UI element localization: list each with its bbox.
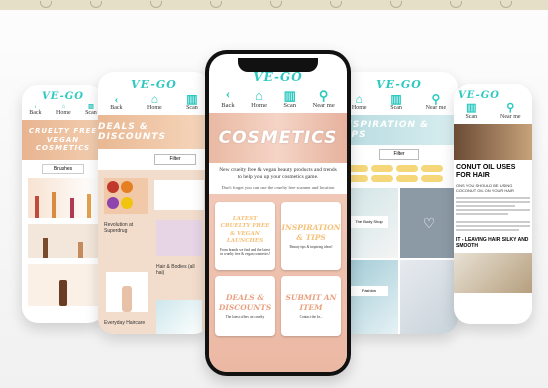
card-deals-discounts[interactable]: DEALS & DISCOUNTS The latest offers on c… — [215, 276, 275, 336]
nav-back[interactable]: ‹ Back — [29, 104, 41, 116]
hero-banner: COSMETICS — [209, 113, 347, 163]
nav-near-me[interactable]: ⚲ Near me — [426, 93, 447, 111]
location-pin-icon: ⚲ — [318, 88, 329, 103]
app-logo: VE-GO — [131, 78, 177, 91]
hero-banner: DEALS & DISCOUNTS — [98, 115, 210, 149]
app-logo: VE-GO — [42, 91, 84, 102]
hero-banner: INSPIRATION & TIPS — [340, 115, 458, 145]
nav-home[interactable]: ⌂ Home — [56, 104, 71, 116]
heart-icon: ♡ — [422, 214, 436, 231]
article-title: CONUT OIL USES FOR HAIR — [456, 164, 516, 180]
nav-near-me[interactable]: ⚲ Near me — [500, 102, 521, 121]
home-icon: ⌂ — [355, 92, 363, 106]
nav-home[interactable]: ⌂ Home — [352, 93, 367, 111]
page-title: COSMETICS — [218, 128, 338, 148]
card-description: Contact the br... — [299, 315, 323, 320]
filter-chip[interactable] — [396, 175, 418, 182]
barcode-icon: ▥ — [390, 92, 402, 106]
tip-image[interactable] — [400, 260, 458, 334]
page-title: CRUELTY FREE VEGAN COSMETICS — [28, 127, 98, 153]
inspiration-grid: The Body Shop ♡ Fashion — [340, 188, 458, 334]
top-decor-band — [0, 0, 548, 10]
card-title: SUBMIT AN ITEM — [285, 292, 337, 312]
deal-title[interactable]: Revolution at Superdrug — [104, 222, 152, 234]
card-description: From brands we find and the latest in cr… — [220, 248, 270, 257]
page-title: INSPIRATION & TIPS — [340, 120, 429, 140]
location-pin-icon: ⚲ — [431, 92, 441, 106]
product-image — [28, 224, 98, 258]
barcode-icon: ▥ — [283, 88, 296, 103]
deal-image[interactable] — [156, 300, 202, 334]
nav-home[interactable]: ⌂ Home — [251, 89, 267, 109]
tip-image[interactable]: ♡ — [400, 188, 458, 258]
filter-chip[interactable] — [421, 175, 443, 182]
filter-chips — [346, 165, 452, 182]
app-logo: VE-GO — [458, 90, 500, 101]
barcode-icon: ▥ — [186, 92, 198, 106]
filter-dropdown[interactable]: Filter — [379, 149, 419, 160]
nav-scan[interactable]: ▥ Scan — [85, 104, 97, 116]
nav-back[interactable]: ‹ Back — [110, 93, 122, 111]
hero-banner: CRUELTY FREE VEGAN COSMETICS — [22, 120, 104, 160]
home-icon: ⌂ — [150, 92, 158, 106]
nav-scan[interactable]: ▥ Scan — [465, 102, 477, 121]
card-title: INSPIRATION & TIPS — [281, 222, 341, 242]
screen-cosmetics: VE-GO ‹ Back ⌂ Home ▥ Scan ⚲ Near me COSMETI… — [209, 54, 347, 372]
filter-chip[interactable] — [371, 175, 393, 182]
app-logo: VE-GO — [253, 70, 303, 84]
screen-coconut-oil: VE-GO ▥ Scan ⚲ Near me CONUT OIL USES FOR … — [454, 84, 532, 324]
screen-cruelty-free: VE-GO ‹ Back ⌂ Home ▥ Scan CRUELTY FREE VEG… — [22, 85, 104, 323]
deal-title[interactable]: Hair & Bodies (all hai) — [156, 264, 204, 276]
chevron-left-icon: ‹ — [114, 92, 119, 106]
nav-back[interactable]: ‹ Back — [221, 87, 234, 110]
nav-near-me[interactable]: ⚲ Near me — [313, 89, 335, 109]
page-title: DEALS & DISCOUNTS — [98, 122, 167, 142]
nav-scan[interactable]: ▥ Scan — [390, 93, 402, 111]
nav-home[interactable]: ⌂ Home — [147, 93, 162, 111]
article-image — [454, 252, 532, 293]
filter-chip[interactable] — [396, 165, 418, 172]
article-subtitle: ONS YOU SHOULD BE USING COCONUT OIL ON Y… — [456, 182, 514, 193]
phone-notch — [238, 58, 318, 72]
card-description: The latest offers on cruelty — [225, 315, 265, 320]
product-image — [28, 264, 98, 306]
article-image — [454, 124, 532, 160]
category-grid: LATEST CRUELTY FREE & VEGAN LAUNCHES Fro… — [209, 194, 347, 372]
card-title: LATEST CRUELTY FREE & VEGAN LAUNCHES — [220, 215, 270, 244]
card-submit-item[interactable]: SUBMIT AN ITEM Contact the br... — [281, 276, 341, 336]
location-pin-icon: ⚲ — [506, 102, 515, 114]
deals-grid: Revolution at Superdrug Hair & Bodies (a… — [98, 170, 210, 334]
screen-inspiration: VE-GO ⌂ Home ▥ Scan ⚲ Near me INSPIRATION &… — [340, 72, 458, 334]
app-logo: VE-GO — [376, 78, 422, 91]
deal-image[interactable] — [106, 272, 148, 312]
filter-chip[interactable] — [421, 165, 443, 172]
filter-chip[interactable] — [371, 165, 393, 172]
tip-tag: The Body Shop — [350, 216, 388, 228]
tip-caption: Fashion — [350, 286, 388, 296]
filter-dropdown[interactable]: Brushes — [42, 164, 84, 174]
nav-scan[interactable]: ▥ Scan — [186, 93, 198, 111]
promo-stage: VE-GO ‹ Back ⌂ Home ▥ Scan CRUELTY FREE VEG… — [0, 0, 548, 388]
barcode-icon: ▥ — [466, 102, 477, 114]
deal-text — [154, 180, 204, 210]
card-description: Beauty tips & inspiring ideas! — [289, 245, 333, 250]
deal-title[interactable]: Everyday Haircare — [104, 320, 152, 326]
nav-scan[interactable]: ▥ Scan — [283, 89, 296, 109]
chevron-left-icon: ‹ — [225, 87, 231, 102]
center-phone: VE-GO ‹ Back ⌂ Home ▥ Scan ⚲ Near me COSMETI… — [205, 50, 351, 376]
card-inspiration-tips[interactable]: INSPIRATION & TIPS Beauty tips & inspiri… — [281, 202, 341, 270]
card-latest-launches[interactable]: LATEST CRUELTY FREE & VEGAN LAUNCHES Fro… — [215, 202, 275, 270]
home-icon: ⌂ — [255, 88, 263, 103]
card-title: DEALS & DISCOUNTS — [218, 292, 272, 312]
article-section-heading: IT - LEAVING HAIR SILKY AND SMOOTH — [456, 236, 529, 249]
screen-deals: VE-GO ‹ Back ⌂ Home ▥ Scan DEALS & DISCOUNT… — [98, 72, 210, 334]
intro-text: New cruelty free & vegan beauty products… — [219, 167, 337, 181]
deal-image[interactable] — [104, 178, 148, 214]
article-body — [456, 196, 530, 231]
filter-dropdown[interactable]: Filter — [154, 154, 196, 165]
product-image — [28, 178, 98, 218]
deal-image[interactable] — [156, 220, 202, 256]
reminder-text: Don't forget you can use the cruelty fre… — [221, 185, 335, 191]
